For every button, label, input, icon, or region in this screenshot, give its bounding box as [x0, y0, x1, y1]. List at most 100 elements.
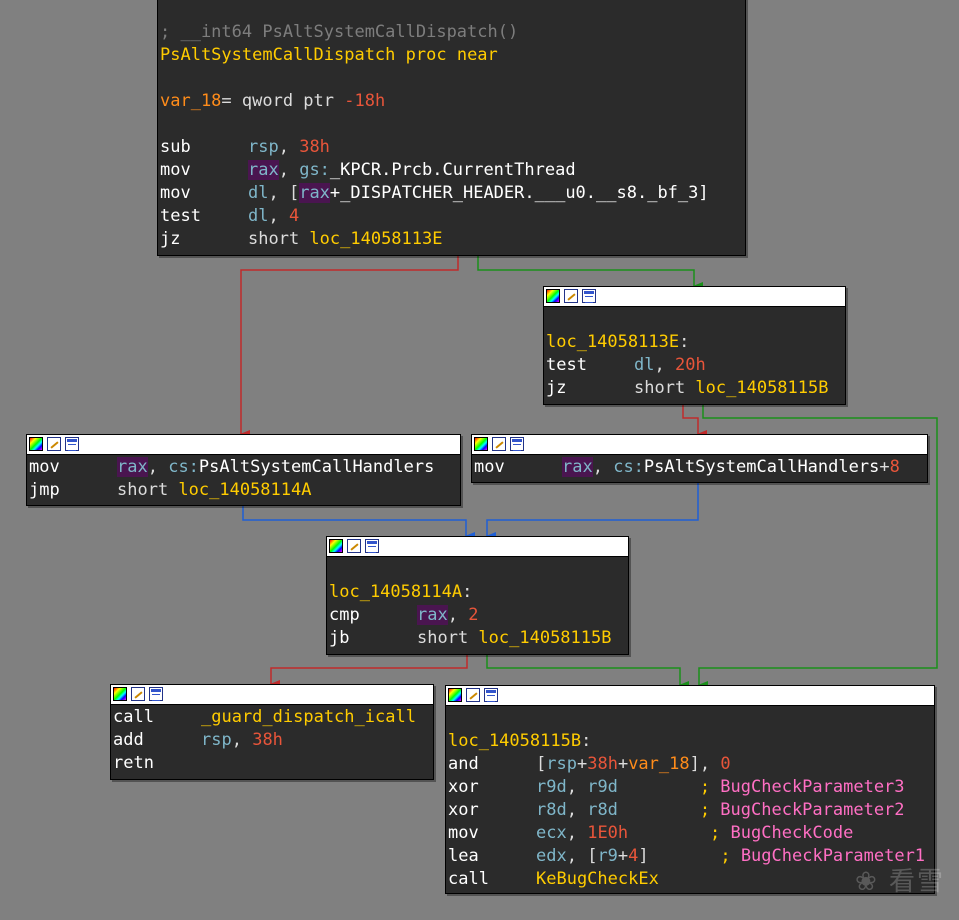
block-loc-14058114a[interactable]: loc_14058114A: cmp rax, 2 jb short loc_140…	[326, 536, 629, 655]
operand-register[interactable]: r9	[597, 846, 617, 866]
operand-symbol[interactable]: +_DISPATCHER_HEADER.___u0.__s8._bf_3]	[330, 183, 709, 203]
instruction-line[interactable]: xor r9d, r9d ; BugCheckParameter3	[448, 776, 932, 799]
mnemonic: jmp	[29, 480, 60, 500]
rename-icon[interactable]	[47, 437, 61, 451]
operand-register[interactable]: dl	[248, 206, 268, 226]
operand-register[interactable]: edx	[536, 846, 567, 866]
mnemonic: lea	[448, 846, 479, 866]
proc-name[interactable]: PsAltSystemCallDispatch	[160, 45, 395, 65]
operand-register[interactable]: rsp	[248, 137, 279, 157]
operand-symbol[interactable]: PsAltSystemCallHandlers	[199, 457, 434, 477]
instruction-line[interactable]: mov rax, cs:PsAltSystemCallHandlers	[29, 456, 458, 479]
list-view-icon[interactable]	[65, 437, 79, 451]
block-label[interactable]: loc_14058115B	[448, 731, 581, 751]
instruction-line[interactable]: xor r8d, r8d ; BugCheckParameter2	[448, 799, 932, 822]
entry-block[interactable]: ; __int64 PsAltSystemCallDispatch() PsAl…	[157, 0, 746, 256]
comment-padding	[649, 846, 721, 866]
block-label[interactable]: loc_14058114A	[329, 582, 462, 602]
block-guard-icall[interactable]: call _guard_dispatch_icall add rsp, 38h re…	[110, 684, 434, 780]
operand-separator: ,	[278, 160, 300, 180]
block-left-handler[interactable]: mov rax, cs:PsAltSystemCallHandlers jmp sh…	[26, 434, 461, 506]
rename-icon[interactable]	[131, 687, 145, 701]
graph-color-icon[interactable]	[546, 289, 560, 303]
operand-register-highlighted[interactable]: rax	[117, 457, 148, 477]
graph-color-icon[interactable]	[113, 687, 127, 701]
label-colon: :	[462, 582, 473, 602]
operand-register[interactable]: r8d	[587, 800, 618, 820]
graph-color-icon[interactable]	[329, 539, 343, 553]
instruction-line[interactable]: add rsp, 38h	[113, 729, 431, 752]
instruction-line[interactable]: jz short loc_14058113E	[160, 228, 743, 251]
operand-register-highlighted[interactable]: rax	[562, 457, 593, 477]
operand-register-highlighted[interactable]: rax	[299, 183, 330, 203]
block-label[interactable]: loc_14058113E	[546, 332, 679, 352]
instruction-line[interactable]: mov ecx, 1E0h ; BugCheckCode	[448, 822, 932, 845]
operand-register[interactable]: r8d	[536, 800, 567, 820]
mnemonic: mov	[448, 823, 479, 843]
instruction-line[interactable]: jb short loc_14058115B	[329, 627, 626, 650]
operand-register[interactable]: dl	[248, 183, 268, 203]
block-loc-14058113e[interactable]: loc_14058113E: test dl, 20h jz short loc_1…	[543, 286, 846, 405]
jump-target-label[interactable]: loc_14058115B	[478, 628, 611, 648]
operand-immediate: 8	[889, 457, 900, 477]
instruction-line[interactable]: mov rax, cs:PsAltSystemCallHandlers+8	[474, 456, 925, 479]
operand-symbol[interactable]: PsAltSystemCallHandlers	[644, 457, 879, 477]
instruction-line[interactable]: and [rsp+38h+var_18], 0	[448, 753, 932, 776]
block-right-handler[interactable]: mov rax, cs:PsAltSystemCallHandlers+8	[471, 434, 928, 483]
operand-immediate: 38h	[299, 137, 330, 157]
graph-color-icon[interactable]	[474, 437, 488, 451]
mnemonic: test	[160, 206, 201, 226]
instruction-line[interactable]: retn	[113, 752, 431, 775]
operand-register[interactable]: ecx	[536, 823, 567, 843]
rename-icon[interactable]	[347, 539, 361, 553]
list-view-icon[interactable]	[510, 437, 524, 451]
jump-target-label[interactable]: loc_14058113E	[309, 229, 442, 249]
instruction-line[interactable]: test dl, 4	[160, 205, 743, 228]
comment-marker: ;	[699, 800, 721, 820]
operand-register[interactable]: rsp	[201, 730, 232, 750]
instruction-line[interactable]: cmp rax, 2	[329, 604, 626, 627]
var-name[interactable]: var_18	[160, 91, 221, 111]
jump-target-label[interactable]: loc_14058114A	[178, 480, 311, 500]
operand-register-highlighted[interactable]: rax	[417, 605, 448, 625]
operand-plus: +	[617, 846, 629, 866]
operand-register[interactable]: r9d	[536, 777, 567, 797]
operand-symbol[interactable]: _KPCR.Prcb.CurrentThread	[330, 160, 576, 180]
edge-left-jmp	[242, 506, 475, 540]
operand-stack-var[interactable]: var_18	[628, 754, 689, 774]
operand-register[interactable]: r9d	[587, 777, 618, 797]
operand-separator: ,	[654, 355, 675, 375]
operand-separator: ,	[566, 777, 588, 797]
instruction-line[interactable]: call _guard_dispatch_icall	[113, 706, 431, 729]
graph-color-icon[interactable]	[448, 688, 462, 702]
rename-icon[interactable]	[492, 437, 506, 451]
operand-register-highlighted[interactable]: rax	[248, 160, 279, 180]
watermark: ❀ 看雪	[854, 867, 945, 897]
operand-register[interactable]: rsp	[546, 754, 577, 774]
operand-plus: +	[576, 754, 588, 774]
comment-padding	[618, 800, 700, 820]
list-view-icon[interactable]	[582, 289, 596, 303]
instruction-line[interactable]: test dl, 20h	[546, 354, 843, 377]
instruction-line[interactable]: mov rax, gs:_KPCR.Prcb.CurrentThread	[160, 159, 743, 182]
list-view-icon[interactable]	[149, 687, 163, 701]
instruction-line[interactable]: jmp short loc_14058114A	[29, 479, 458, 502]
list-view-icon[interactable]	[484, 688, 498, 702]
operand-separator: ,	[566, 800, 588, 820]
mnemonic: mov	[160, 160, 191, 180]
call-target[interactable]: KeBugCheckEx	[536, 869, 659, 889]
operand-register[interactable]: dl	[634, 355, 654, 375]
call-target[interactable]: _guard_dispatch_icall	[201, 707, 416, 727]
graph-color-icon[interactable]	[29, 437, 43, 451]
list-view-icon[interactable]	[365, 539, 379, 553]
instruction-line[interactable]: mov dl, [rax+_DISPATCHER_HEADER.___u0.__s…	[160, 182, 743, 205]
instruction-line[interactable]: sub rsp, 38h	[160, 136, 743, 159]
mnemonic: mov	[474, 457, 505, 477]
rename-icon[interactable]	[466, 688, 480, 702]
rename-icon[interactable]	[564, 289, 578, 303]
instruction-line[interactable]: jz short loc_14058115B	[546, 377, 843, 400]
jump-target-label[interactable]: loc_14058115B	[695, 378, 828, 398]
comment-padding	[618, 777, 700, 797]
operand-separator: ,	[278, 137, 300, 157]
